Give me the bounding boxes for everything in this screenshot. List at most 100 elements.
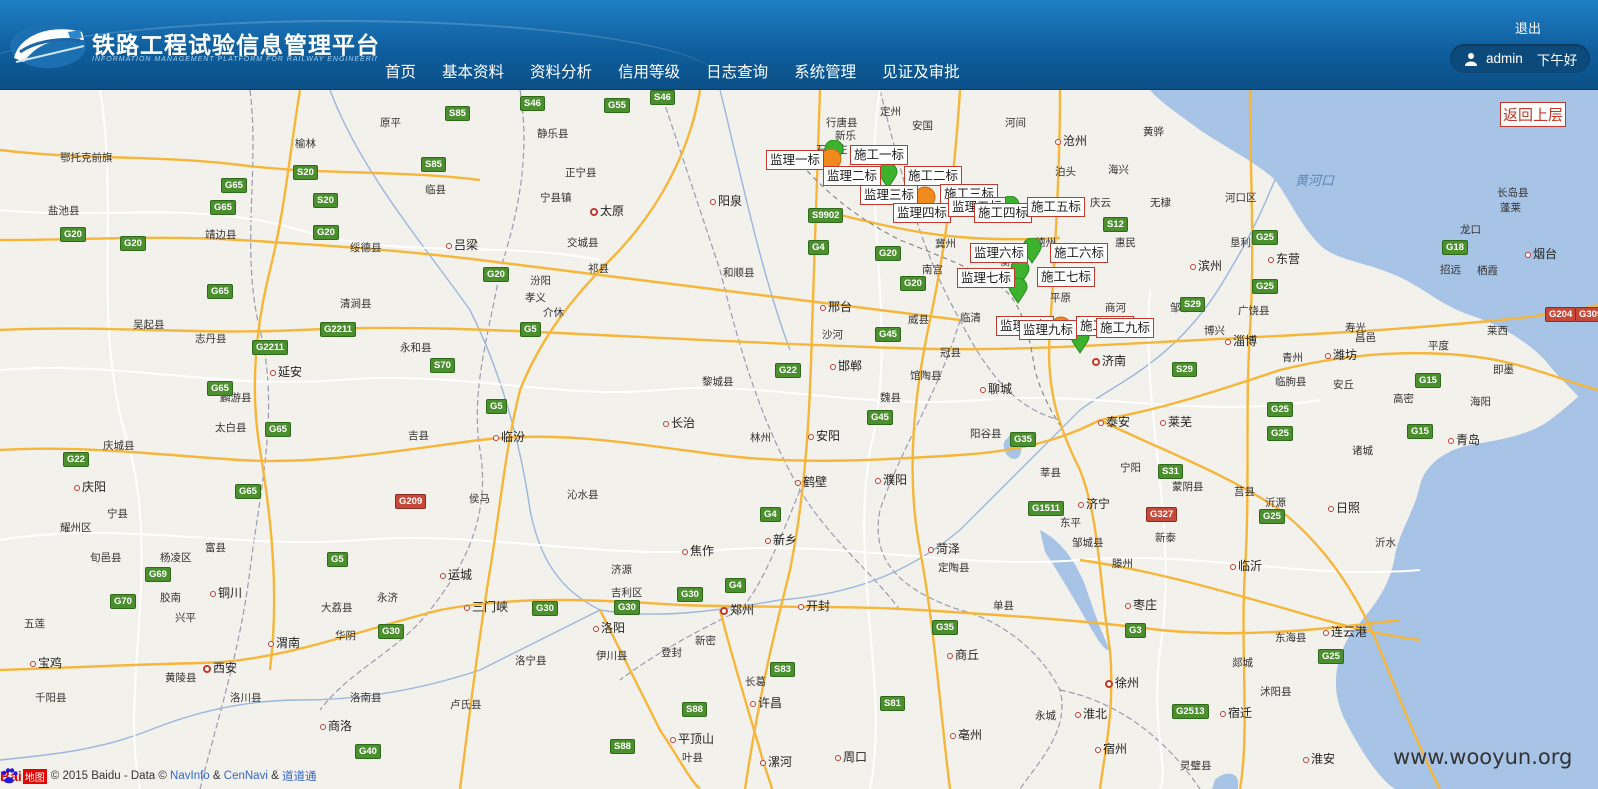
city-name: 濮阳: [883, 473, 908, 487]
map-canvas[interactable]: 榆林 鄂托克前旗 盐池县 靖边县 吴起县 志丹县 延安 清涧县 绥德县 吕梁 临…: [0, 90, 1598, 789]
city-label: 伊川县: [596, 650, 628, 662]
city-name: 阳泉: [718, 194, 743, 208]
city-label: 商洛: [320, 717, 352, 734]
city-dot-icon: [1230, 563, 1236, 570]
highway-shield: G5: [327, 552, 348, 567]
city-label: 济源: [611, 564, 632, 576]
supervision-label[interactable]: 监理六标: [970, 243, 1029, 263]
city-label: 旬邑县: [90, 552, 122, 564]
city-label: 连云港: [1323, 623, 1367, 640]
city-label: 东海县: [1275, 632, 1307, 644]
city-dot-icon: [1328, 505, 1334, 512]
city-label: 栖霞: [1477, 265, 1498, 277]
capital-icon: [590, 207, 598, 216]
daodaotong-link[interactable]: 道道通: [282, 768, 317, 784]
city-label: 青岛: [1448, 431, 1480, 448]
city-label: 菏泽: [928, 540, 960, 557]
city-label: 漯河: [760, 753, 792, 770]
back-button[interactable]: 返回上层: [1500, 102, 1567, 127]
construction-label[interactable]: 施工四标: [974, 203, 1033, 223]
city-label: 鹤壁: [795, 473, 827, 490]
supervision-label[interactable]: 监理三标: [860, 185, 919, 205]
city-name: 宿迁: [1228, 706, 1253, 720]
city-name: 淮北: [1083, 707, 1108, 721]
city-name: 洛阳: [601, 621, 626, 635]
supervision-label[interactable]: 监理一标: [766, 150, 825, 170]
supervision-label[interactable]: 监理二标: [823, 166, 882, 186]
city-dot-icon: [820, 304, 826, 311]
construction-label[interactable]: 施工七标: [1037, 267, 1096, 287]
supervision-label[interactable]: 监理七标: [957, 268, 1016, 288]
city-label: 魏县: [880, 392, 901, 404]
nav-home[interactable]: 首页: [372, 60, 429, 82]
city-label: 威县: [908, 314, 929, 326]
city-label: 淮安: [1303, 750, 1335, 767]
city-dot-icon: [798, 603, 804, 610]
construction-label[interactable]: 施工五标: [1027, 197, 1086, 217]
highway-shield: G25: [1259, 509, 1285, 524]
city-label: 延安: [270, 363, 302, 380]
city-label: 焦作: [682, 542, 714, 559]
construction-label[interactable]: 施工九标: [1096, 318, 1155, 338]
city-name: 宿州: [1103, 742, 1128, 756]
highway-shield: G4: [808, 240, 829, 255]
highway-shield: G20: [483, 267, 509, 282]
city-name: 焦作: [690, 544, 715, 558]
city-label: 黎城县: [702, 376, 734, 388]
highway-shield: S85: [421, 157, 446, 172]
supervision-label[interactable]: 监理九标: [1019, 320, 1078, 340]
highway-shield: S46: [520, 96, 545, 111]
highway-shield: G35: [932, 620, 958, 635]
city-label: 临朐县: [1275, 376, 1307, 388]
city-name: 邯郸: [838, 359, 863, 373]
city-dot-icon: [1095, 746, 1101, 753]
city-label: 千阳县: [35, 692, 67, 704]
city-dot-icon: [1160, 419, 1166, 426]
city-label: 宁县: [107, 508, 128, 520]
city-name: 铜川: [218, 586, 243, 600]
highway-shield: S20: [313, 193, 338, 208]
highway-shield: G65: [235, 484, 261, 499]
city-name: 泰安: [1106, 415, 1131, 429]
city-label: 永和县: [400, 342, 432, 354]
navinfo-link[interactable]: NavInfo: [170, 770, 210, 782]
highway-shield: G30: [614, 600, 640, 615]
city-name: 菏泽: [936, 542, 961, 556]
nav-data-analysis[interactable]: 资料分析: [517, 60, 605, 82]
city-label: 华阴: [335, 630, 356, 642]
cennavi-link[interactable]: CenNavi: [224, 770, 268, 782]
logout-link[interactable]: 退出: [1515, 18, 1541, 37]
city-label: 榆林: [295, 138, 316, 150]
highway-shield: S31: [1158, 464, 1183, 479]
city-label: 潍坊: [1325, 346, 1357, 363]
city-label: 临清: [960, 312, 981, 324]
city-dot-icon: [1268, 256, 1274, 263]
city-dot-icon: [1055, 138, 1061, 145]
nav-system-management[interactable]: 系统管理: [781, 60, 869, 82]
city-label: 西安: [203, 659, 237, 676]
highway-shield: G22: [63, 452, 89, 467]
city-dot-icon: [440, 572, 446, 579]
city-dot-icon: [464, 604, 470, 611]
nav-witness-approval[interactable]: 见证及审批: [869, 60, 973, 82]
supervision-label[interactable]: 监理四标: [893, 203, 952, 223]
city-name: 吕梁: [454, 238, 479, 252]
city-name: 商丘: [955, 648, 980, 662]
highway-shield: S88: [610, 739, 635, 754]
city-name: 日照: [1336, 501, 1361, 515]
nav-credit-rating[interactable]: 信用等级: [605, 60, 693, 82]
construction-label[interactable]: 施工六标: [1050, 243, 1109, 263]
city-label: 宁县镇: [540, 192, 572, 204]
city-label: 叶县: [682, 752, 703, 764]
city-label: 宝鸡: [30, 654, 62, 671]
nav-basic-data[interactable]: 基本资料: [429, 60, 517, 82]
construction-label[interactable]: 施工二标: [904, 166, 963, 186]
city-label: 临沂: [1230, 557, 1262, 574]
highway-shield: G30: [677, 587, 703, 602]
user-info[interactable]: admin 下午好: [1450, 44, 1590, 73]
city-label: 铜川: [210, 584, 242, 601]
construction-label[interactable]: 施工一标: [850, 145, 909, 165]
city-label: 祁县: [588, 263, 609, 275]
nav-log-query[interactable]: 日志查询: [693, 60, 781, 82]
city-dot-icon: [750, 700, 756, 707]
